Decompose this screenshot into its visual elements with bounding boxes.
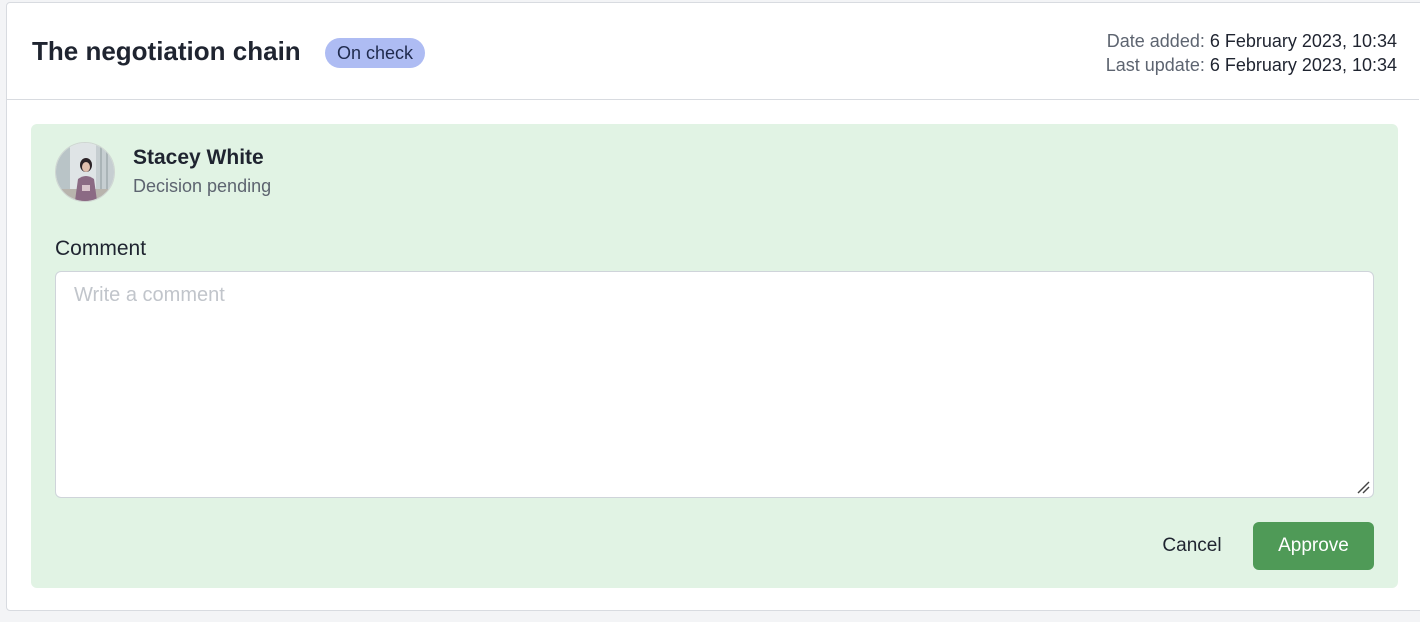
comment-label: Comment: [55, 237, 147, 260]
date-added-value: 6 February 2023, 10:34: [1209, 31, 1397, 51]
page-title: The negotiation chain: [32, 36, 301, 66]
negotiation-card: The negotiation chain On check Date adde…: [6, 2, 1420, 611]
card-header: The negotiation chain On check Date adde…: [7, 3, 1419, 100]
user-photo-avatar-icon: [56, 143, 114, 201]
approve-button[interactable]: Approve: [1253, 522, 1374, 570]
date-added-row: Date added: 6 February 2023, 10:34: [1106, 29, 1397, 53]
last-update-label: Last update:: [1105, 55, 1205, 75]
date-meta: Date added: 6 February 2023, 10:34 Last …: [1106, 29, 1397, 77]
resize-grip-icon[interactable]: [1356, 480, 1370, 494]
cancel-button[interactable]: Cancel: [1147, 522, 1237, 570]
status-badge: On check: [325, 38, 426, 68]
approval-panel: Stacey White Decision pending Comment Ca…: [31, 124, 1398, 588]
last-update-value: 6 February 2023, 10:34: [1209, 55, 1397, 75]
avatar: [55, 142, 115, 202]
approver-status: Decision pending: [133, 176, 272, 196]
last-update-row: Last update: 6 February 2023, 10:34: [1106, 53, 1397, 77]
comment-textarea[interactable]: [55, 271, 1374, 498]
approver-name: Stacey White: [133, 146, 264, 169]
date-added-label: Date added:: [1106, 31, 1205, 51]
